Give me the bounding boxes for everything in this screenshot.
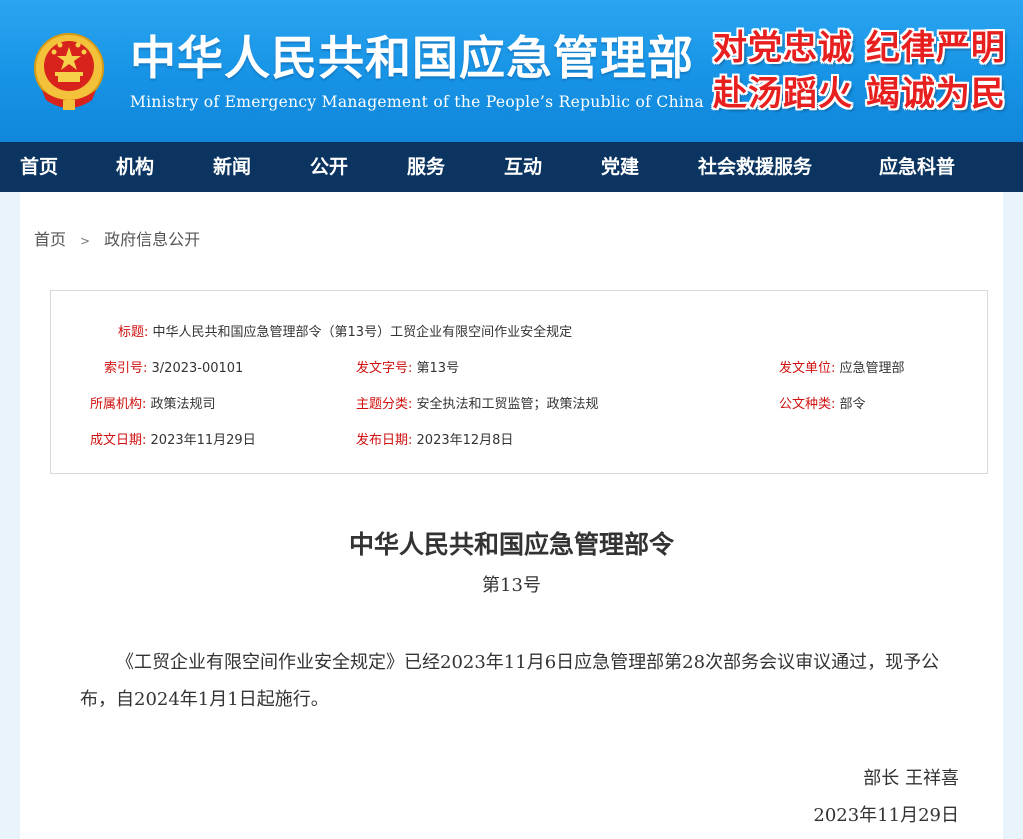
meta-org-value: 政策法规司: [150, 397, 216, 412]
document-title: 中华人民共和国应急管理部令: [348, 530, 674, 559]
meta-index-label: 索引号:: [104, 361, 148, 376]
meta-index-value: 3/2023-00101: [151, 361, 244, 376]
national-emblem-icon: [34, 33, 104, 110]
meta-type-label: 公文种类:: [779, 397, 836, 412]
nav-item-public[interactable]: 公开: [310, 142, 348, 192]
meta-docno-value: 第13号: [416, 361, 460, 376]
meta-topic-value: 安全执法和工贸监管；政策法规: [416, 397, 599, 412]
meta-issuer-label: 发文单位:: [779, 361, 836, 376]
document-body: 《工贸企业有限空间作业安全规定》已经2023年11月6日应急管理部第28次部务会…: [80, 652, 940, 710]
meta-docno-row: 发文字号: 第13号: [356, 357, 459, 376]
content-page: 首页 > 政府信息公开 标题: 中华人民共和国应急管理部令（第13号）工贸企业有限空…: [20, 192, 1003, 839]
signatory: 部长 王祥喜: [863, 768, 959, 789]
nav-item-home[interactable]: 首页: [20, 142, 58, 192]
meta-type-value: 部令: [839, 397, 866, 412]
nav-item-news[interactable]: 新闻: [213, 142, 251, 192]
document-metadata-box: 标题: 中华人民共和国应急管理部令（第13号）工贸企业有限空间作业安全规定 索引…: [50, 290, 988, 474]
meta-org-label: 所属机构:: [90, 397, 147, 412]
meta-title-row: 标题: 中华人民共和国应急管理部令（第13号）工贸企业有限空间作业安全规定: [118, 321, 572, 340]
meta-type-row: 公文种类: 部令: [779, 393, 866, 412]
slogan-line-2: 赴汤蹈火 竭诚为民: [713, 74, 1006, 114]
nav-item-science[interactable]: 应急科普: [879, 142, 955, 192]
meta-issuer-value: 应急管理部: [839, 361, 905, 376]
main-nav: 首页 机构 新闻 公开 服务 互动 党建 社会救援服务 应急科普: [0, 142, 1023, 192]
meta-topic-label: 主题分类:: [356, 397, 413, 412]
meta-index-row: 索引号: 3/2023-00101: [104, 357, 243, 376]
meta-published-label: 发布日期:: [356, 433, 413, 448]
meta-title-label: 标题:: [118, 325, 149, 340]
meta-topic-row: 主题分类: 安全执法和工贸监管；政策法规: [356, 393, 599, 412]
nav-item-rescue-services[interactable]: 社会救援服务: [698, 142, 812, 192]
breadcrumb: 首页 > 政府信息公开: [34, 226, 200, 250]
meta-org-row: 所属机构: 政策法规司: [90, 393, 216, 412]
nav-item-organization[interactable]: 机构: [116, 142, 154, 192]
meta-published-value: 2023年12月8日: [416, 433, 514, 448]
slogan-line-1: 对党忠诚 纪律严明: [713, 28, 1006, 68]
meta-published-row: 发布日期: 2023年12月8日: [356, 429, 513, 448]
meta-title-value: 中华人民共和国应急管理部令（第13号）工贸企业有限空间作业安全规定: [152, 325, 573, 340]
meta-created-row: 成文日期: 2023年11月29日: [90, 429, 256, 448]
meta-docno-label: 发文字号:: [356, 361, 413, 376]
nav-item-services[interactable]: 服务: [407, 142, 445, 192]
meta-created-label: 成文日期:: [90, 433, 147, 448]
document-number: 第13号: [482, 575, 541, 596]
breadcrumb-home-link[interactable]: 首页: [34, 230, 66, 249]
breadcrumb-current-link[interactable]: 政府信息公开: [104, 230, 200, 249]
signature-date: 2023年11月29日: [813, 805, 959, 826]
meta-issuer-row: 发文单位: 应急管理部: [779, 357, 905, 376]
breadcrumb-separator: >: [80, 234, 91, 248]
site-header: 中华人民共和国应急管理部 Ministry of Emergency Manag…: [0, 0, 1023, 142]
site-subtitle: Ministry of Emergency Management of the …: [130, 93, 704, 111]
nav-item-party-building[interactable]: 党建: [601, 142, 639, 192]
meta-created-value: 2023年11月29日: [150, 433, 256, 448]
nav-item-interaction[interactable]: 互动: [504, 142, 542, 192]
site-title: 中华人民共和国应急管理部: [130, 31, 694, 85]
